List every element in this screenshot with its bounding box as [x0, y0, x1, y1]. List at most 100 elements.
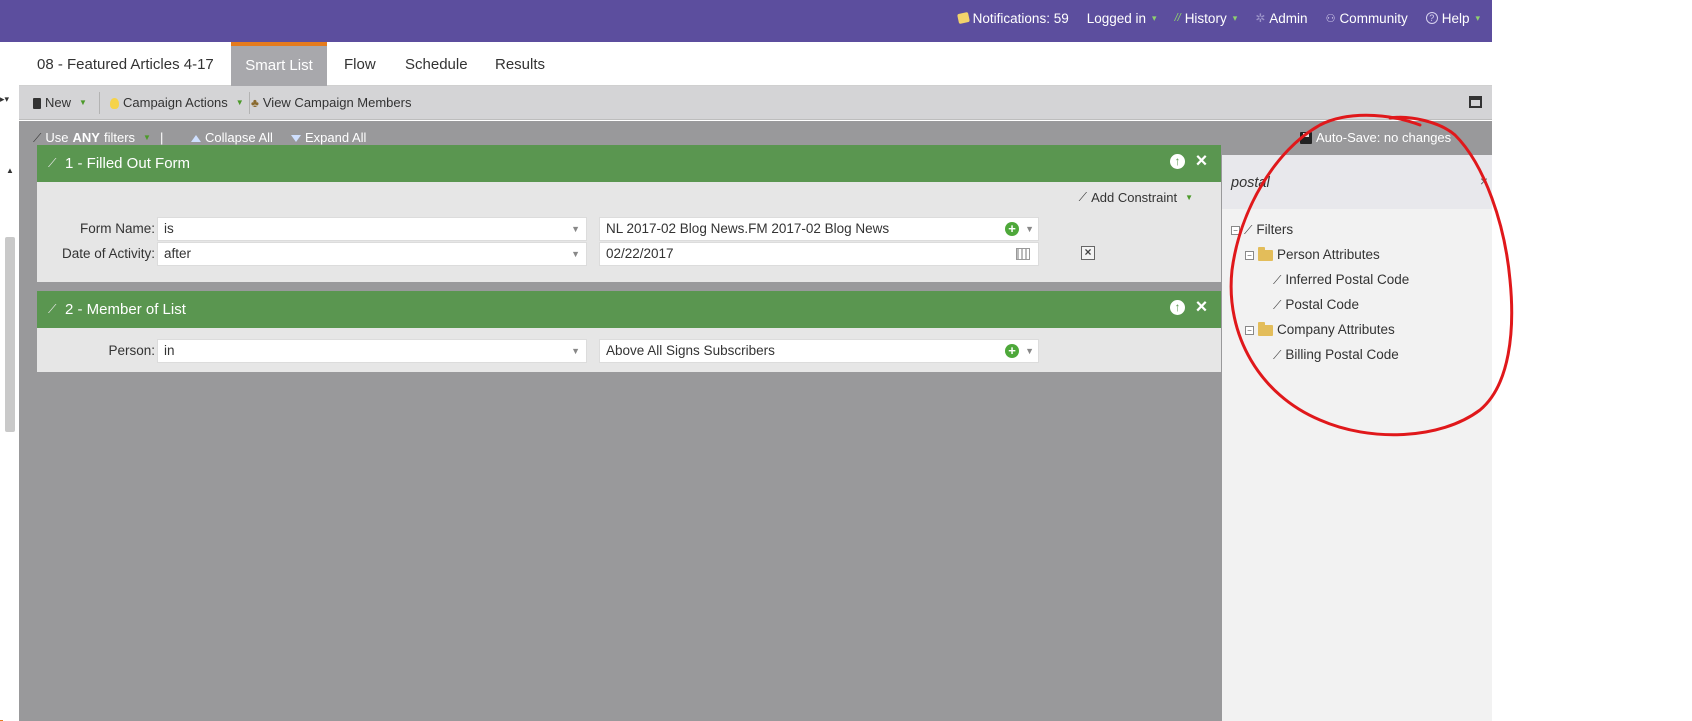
chevron-down-icon: ▾ — [1152, 12, 1157, 23]
help-menu[interactable]: ? Help ▾ — [1425, 10, 1480, 26]
chevron-down-icon: ▼ — [235, 98, 244, 107]
tab-schedule[interactable]: Schedule — [405, 42, 468, 86]
gear-icon: ✲ — [1255, 11, 1266, 25]
palette-search[interactable]: postal × — [1222, 155, 1492, 209]
operator-select[interactable]: is ▼ — [157, 217, 587, 241]
logged-in-label: Logged in — [1086, 10, 1147, 26]
tree-node-postal-code[interactable]: ⟋ Postal Code — [1273, 294, 1359, 316]
add-constraint-button[interactable]: ⟋ Add Constraint ▼ — [1079, 190, 1193, 205]
admin-label: Admin — [1269, 10, 1308, 26]
date-input[interactable]: 02/22/2017 — [599, 242, 1039, 266]
notification-icon — [956, 11, 970, 25]
tree-node-person-attributes[interactable]: − Person Attributes — [1245, 244, 1380, 266]
expand-tree-icon[interactable]: ▸▾ — [0, 94, 9, 105]
view-campaign-members-button[interactable]: ♣ View Campaign Members — [251, 86, 411, 120]
chevron-down-icon: ▼ — [1185, 193, 1193, 202]
tree-node-label: Inferred Postal Code — [1285, 272, 1410, 287]
tree-node-billing-postal-code[interactable]: ⟋ Billing Postal Code — [1273, 344, 1399, 366]
left-tree-edge: ▸▾ ▲ — [0, 42, 19, 721]
tree-node-filters[interactable]: − ⟋ Filters — [1231, 219, 1293, 241]
top-bar: Notifications: 59 Logged in ▾ // History… — [0, 0, 1492, 42]
constraint-row: Form Name: is ▼ NL 2017-02 Blog News.FM … — [37, 217, 1221, 241]
add-icon[interactable]: + — [1005, 344, 1019, 358]
palette-search-input[interactable]: postal — [1231, 175, 1270, 191]
constraint-row: Person: in ▼ Above All Signs Subscribers… — [37, 339, 1221, 363]
chevron-down-icon: ▼ — [1025, 346, 1034, 356]
wand-icon: ⟋ — [1273, 273, 1282, 287]
calendar-icon[interactable] — [1016, 248, 1030, 260]
operator-value: is — [164, 221, 174, 236]
save-icon — [1300, 132, 1312, 144]
logged-in-menu[interactable]: Logged in ▾ — [1087, 11, 1157, 26]
collapse-icon — [191, 134, 201, 142]
value-select[interactable]: Above All Signs Subscribers + ▼ — [599, 339, 1039, 363]
app-window: Notifications: 59 Logged in ▾ // History… — [0, 0, 1492, 721]
add-icon[interactable]: + — [1005, 222, 1019, 236]
chevron-down-icon: ▼ — [571, 249, 580, 259]
window-toggle-icon[interactable] — [1469, 96, 1482, 108]
new-label: New — [45, 95, 72, 110]
value-select[interactable]: NL 2017-02 Blog News.FM 2017-02 Blog New… — [599, 217, 1039, 241]
filter-title: 2 - Member of List — [65, 301, 186, 318]
filter-header[interactable]: ⟋ 1 - Filled Out Form ↑ × — [37, 145, 1221, 182]
folder-icon — [1258, 246, 1273, 261]
operator-value: in — [164, 343, 175, 358]
notifications-link[interactable]: Notifications: 59 — [956, 11, 1069, 26]
close-icon[interactable]: × — [1194, 297, 1209, 317]
wand-icon: ⟋ — [1078, 190, 1088, 204]
toolbar: New ▼ Campaign Actions ▼ ♣ View Campaign… — [19, 86, 1492, 120]
chevron-down-icon: ▾ — [1475, 12, 1480, 23]
wand-icon: ⟋ — [48, 302, 57, 316]
community-link[interactable]: ⚇ Community — [1326, 11, 1408, 26]
history-icon: // — [1174, 12, 1181, 24]
chevron-down-icon: ▼ — [79, 98, 87, 107]
filter-card: ⟋ 2 - Member of List ↑ × Person: in ▼ Ab… — [37, 291, 1221, 372]
wand-icon: ⟋ — [48, 156, 57, 170]
tree-node-company-attributes[interactable]: − Company Attributes — [1245, 319, 1395, 341]
tree-node-inferred-postal-code[interactable]: ⟋ Inferred Postal Code — [1273, 269, 1409, 291]
filter-title: 1 - Filled Out Form — [65, 155, 191, 172]
left-scrollbar[interactable] — [5, 237, 15, 432]
clear-search-icon[interactable]: × — [1480, 173, 1488, 189]
toolbar-divider — [249, 92, 250, 114]
tab-smart-list[interactable]: Smart List — [231, 42, 327, 86]
tree-node-label: Company Attributes — [1277, 322, 1395, 337]
toolbar-divider — [99, 92, 100, 114]
collapse-icon[interactable]: − — [1245, 325, 1254, 335]
history-menu[interactable]: // History ▾ — [1175, 11, 1238, 26]
help-label: Help — [1441, 10, 1470, 26]
operator-select[interactable]: in ▼ — [157, 339, 587, 363]
date-value: 02/22/2017 — [606, 246, 674, 261]
move-up-icon[interactable]: ↑ — [1170, 154, 1185, 169]
tab-flow[interactable]: Flow — [344, 42, 376, 86]
wand-icon: ⟋ — [1273, 298, 1282, 312]
expand-icon — [291, 134, 301, 142]
smart-list-canvas: ⟋ Use ANY filters ▼ | Collapse All Expan… — [19, 121, 1222, 721]
chevron-down-icon: ▾ — [1232, 12, 1238, 23]
chevron-down-icon: ▼ — [571, 224, 580, 234]
filter-palette: Auto-Save: no changes postal × − ⟋ Filte… — [1222, 121, 1492, 721]
tree-node-label: Postal Code — [1285, 297, 1359, 312]
tree-node-label: Person Attributes — [1277, 247, 1380, 262]
wand-icon: ⟋ — [1273, 348, 1282, 362]
filter-header[interactable]: ⟋ 2 - Member of List ↑ × — [37, 291, 1221, 328]
close-icon[interactable]: × — [1194, 151, 1209, 171]
move-up-icon[interactable]: ↑ — [1170, 300, 1185, 315]
view-members-label: View Campaign Members — [262, 95, 412, 110]
constraint-label: Person: — [108, 343, 155, 358]
new-button[interactable]: New ▼ — [33, 86, 87, 120]
campaign-actions-button[interactable]: Campaign Actions ▼ — [110, 86, 244, 120]
lightbulb-icon — [110, 97, 119, 109]
tab-results[interactable]: Results — [495, 42, 545, 86]
scroll-up-icon[interactable]: ▲ — [6, 166, 14, 175]
palette-header: Auto-Save: no changes — [1222, 121, 1492, 155]
operator-select[interactable]: after ▼ — [157, 242, 587, 266]
collapse-icon[interactable]: − — [1245, 250, 1254, 260]
community-icon: ⚇ — [1325, 12, 1336, 25]
add-constraint-label: Add Constraint — [1091, 190, 1178, 205]
admin-link[interactable]: ✲ Admin — [1255, 11, 1307, 26]
tab-program-name[interactable]: 08 - Featured Articles 4-17 — [37, 42, 214, 86]
chevron-down-icon: ▼ — [571, 346, 580, 356]
collapse-icon[interactable]: − — [1231, 225, 1240, 235]
remove-constraint-icon[interactable]: × — [1081, 246, 1095, 260]
